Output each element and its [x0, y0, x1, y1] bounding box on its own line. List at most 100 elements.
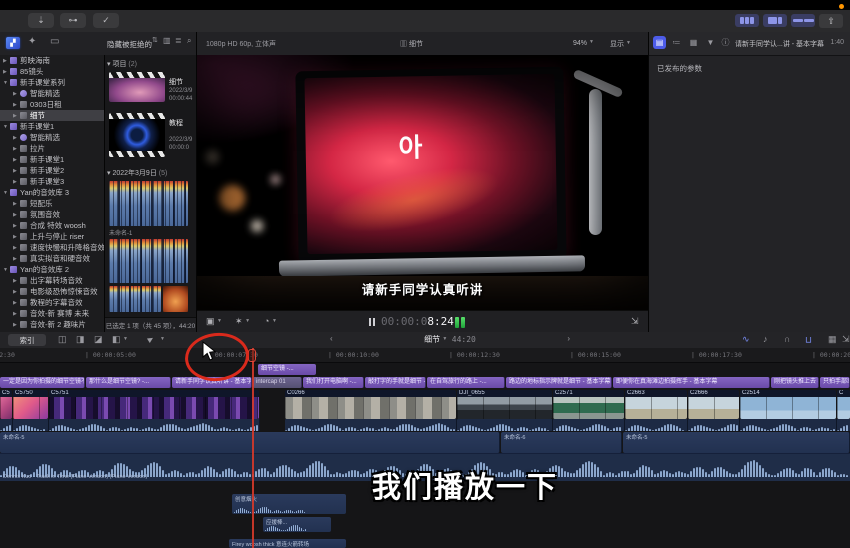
project-thumbnail[interactable]: [109, 72, 165, 102]
workspace-organize-button[interactable]: [791, 14, 815, 27]
sidebar-item[interactable]: ▶细节: [0, 110, 104, 121]
disclosure-icon[interactable]: ▶: [13, 256, 20, 262]
sidebar-item[interactable]: ▶智能精选: [0, 132, 104, 143]
timeline-clip-connected-audio[interactable]: Firey woosh thick 意连火箭转场: [229, 539, 346, 548]
title-inspector-icon[interactable]: ▤: [653, 36, 666, 49]
timeline-clip-title[interactable]: 刚把镜头推上去 -...: [771, 377, 819, 388]
viewer-fullscreen-button[interactable]: ⇲: [631, 316, 639, 327]
timeline-clip-video[interactable]: C5750: [13, 390, 48, 419]
sidebar-item[interactable]: ▶新手课堂2: [0, 165, 104, 176]
viewer-title[interactable]: ▥ 细节: [400, 39, 423, 49]
audio-skimming-icon[interactable]: ♪: [763, 334, 768, 344]
timeline-clip-video[interactable]: C0266: [285, 390, 456, 419]
sidebar-item[interactable]: ▼Yan的音效库 3: [0, 187, 104, 198]
timeline-clip-title[interactable]: 我们打开电脑啊 -...: [303, 377, 364, 388]
sidebar-item[interactable]: ▶0303日租: [0, 99, 104, 110]
append-clip-icon[interactable]: ◪: [94, 334, 103, 345]
disclosure-icon[interactable]: ▶: [13, 91, 20, 97]
sidebar-item[interactable]: ▶上升与停止 riser: [0, 231, 104, 242]
check-button[interactable]: ✓: [93, 13, 119, 28]
retime-dropdown[interactable]: ◔ ▼: [264, 316, 277, 326]
sidebar-item[interactable]: ▶智能精选: [0, 88, 104, 99]
timeline-clip-audio-segment[interactable]: [837, 419, 850, 431]
audio-meters[interactable]: [455, 317, 465, 328]
crop-tool-dropdown[interactable]: ▣ ▼: [206, 316, 222, 327]
info-inspector-icon[interactable]: ⓘ: [719, 36, 732, 49]
sidebar-item[interactable]: ▶氛围音效: [0, 209, 104, 220]
disclosure-icon[interactable]: ▶: [13, 289, 20, 295]
timeline-clip-audio-segment[interactable]: [688, 419, 740, 431]
timeline-clip-title[interactable]: 那什么是细节空镜? -...: [86, 377, 171, 388]
sidebar-item[interactable]: ▼Yan的音效库 2: [0, 264, 104, 275]
sidebar-item[interactable]: ▶真实拟音和硬音效: [0, 253, 104, 264]
viewer-canvas[interactable]: 아 请新手同学认真听讲: [197, 55, 648, 310]
sidebar-item[interactable]: ▶新手课堂1: [0, 154, 104, 165]
timeline-clip-title[interactable]: 在自驾旅行的路上 -...: [427, 377, 505, 388]
timeline-clip-connected-audio[interactable]: 应援棒...: [263, 517, 331, 532]
disclosure-icon[interactable]: ▶: [13, 300, 20, 306]
overwrite-clip-icon[interactable]: ◧ ▼: [112, 334, 128, 345]
timeline-clip-audio-segment[interactable]: [285, 419, 457, 431]
sidebar-item[interactable]: ▼新手课堂系列: [0, 77, 104, 88]
sidebar-item[interactable]: ▶剪映海南: [0, 55, 104, 66]
sidebar-item[interactable]: ▶新手课堂3: [0, 176, 104, 187]
timeline-clip-audio-segment[interactable]: [457, 419, 553, 431]
timeline-clip-title[interactable]: 只拍手部动作 -...: [820, 377, 850, 388]
disclosure-icon[interactable]: ▶: [13, 212, 20, 218]
insert-clip-icon[interactable]: ◨: [76, 334, 85, 345]
viewer-display-dropdown[interactable]: 显示 ▼: [610, 39, 631, 49]
timeline-clip-title[interactable]: 敲打字的手就是细节 - 基本字幕: [365, 377, 426, 388]
timeline-clip-title[interactable]: 路边的地标指示牌就是细节 - 基本字幕: [506, 377, 612, 388]
disclosure-icon[interactable]: ▶: [13, 157, 20, 163]
sidebar-item[interactable]: ▶音效-新 赛博 未来: [0, 308, 104, 319]
video-clip-thumbnail[interactable]: [163, 286, 188, 312]
disclosure-icon[interactable]: ▶: [13, 146, 20, 152]
disclosure-icon[interactable]: ▼: [3, 190, 10, 196]
disclosure-icon[interactable]: ▼: [3, 267, 10, 273]
disclosure-icon[interactable]: ▶: [13, 135, 20, 141]
timeline-clip-audio-segment[interactable]: [625, 419, 688, 431]
playhead-pin[interactable]: [248, 349, 256, 362]
index-button[interactable]: 索引: [8, 334, 46, 346]
disclosure-icon[interactable]: ▶: [13, 179, 20, 185]
disclosure-icon[interactable]: ▶: [3, 58, 10, 64]
disclosure-icon[interactable]: ▼: [3, 80, 10, 86]
timeline-clip-video[interactable]: C2514: [740, 390, 836, 419]
sidebar-item[interactable]: ▶85镜头: [0, 66, 104, 77]
sidebar-item[interactable]: ▶教程的字幕音效: [0, 297, 104, 308]
timeline-clip-audio-segment[interactable]: [49, 419, 260, 431]
sidebar-item[interactable]: ▶合成 特效 woosh: [0, 220, 104, 231]
audio-clip-thumbnail[interactable]: [109, 286, 161, 312]
disclosure-icon[interactable]: ▶: [13, 245, 20, 251]
project-thumbnail[interactable]: [109, 113, 165, 157]
disclosure-icon[interactable]: ▶: [13, 168, 20, 174]
timeline-clip-audio[interactable]: 未命名-6: [501, 432, 622, 453]
skimming-icon[interactable]: ∿: [742, 334, 750, 345]
disclosure-icon[interactable]: ▶: [13, 311, 20, 317]
color-tool-dropdown[interactable]: ✶ ▼: [235, 316, 250, 327]
filmstrip-view-icon[interactable]: ▥: [163, 36, 171, 45]
workspace-default-button[interactable]: [763, 14, 787, 27]
timeline-ruler[interactable]: | 00:00:02:30| 00:00:05:00| 00:00:07:30|…: [0, 348, 850, 363]
disclosure-icon[interactable]: ▶: [13, 113, 20, 119]
tool-arrow-icon[interactable]: ►: [144, 332, 157, 345]
timeline-clip-video[interactable]: DJI_0655: [457, 390, 552, 419]
timeline-clip-video[interactable]: C5751: [49, 390, 259, 419]
divider[interactable]: [196, 32, 197, 332]
sidebar-item[interactable]: ▶速度快慢和升降格音效: [0, 242, 104, 253]
timeline-clip-title[interactable]: 即便你在真海滩边拍摄挥手 - 基本字幕: [613, 377, 770, 388]
snapping-icon[interactable]: ⊓: [805, 334, 812, 345]
tool-dropdown-carat[interactable]: ▼: [160, 334, 165, 344]
connect-clip-icon[interactable]: ◫: [58, 334, 67, 345]
audio-clip-thumbnail[interactable]: [109, 239, 188, 283]
disclosure-icon[interactable]: ▶: [13, 278, 20, 284]
playhead[interactable]: [252, 348, 254, 548]
video-inspector-icon[interactable]: ▦: [687, 36, 700, 49]
share-button[interactable]: ⇧: [819, 14, 843, 28]
history-back-button[interactable]: ‹: [330, 334, 333, 345]
disclosure-icon[interactable]: ▶: [13, 234, 20, 240]
timeline-clip-video[interactable]: C2666: [688, 390, 739, 419]
browser-section-event[interactable]: ▾ 2022年3月9日 (5): [107, 168, 167, 178]
sidebar-item[interactable]: ▶音效-新 2 趣味片: [0, 319, 104, 330]
disclosure-icon[interactable]: ▼: [3, 124, 10, 130]
